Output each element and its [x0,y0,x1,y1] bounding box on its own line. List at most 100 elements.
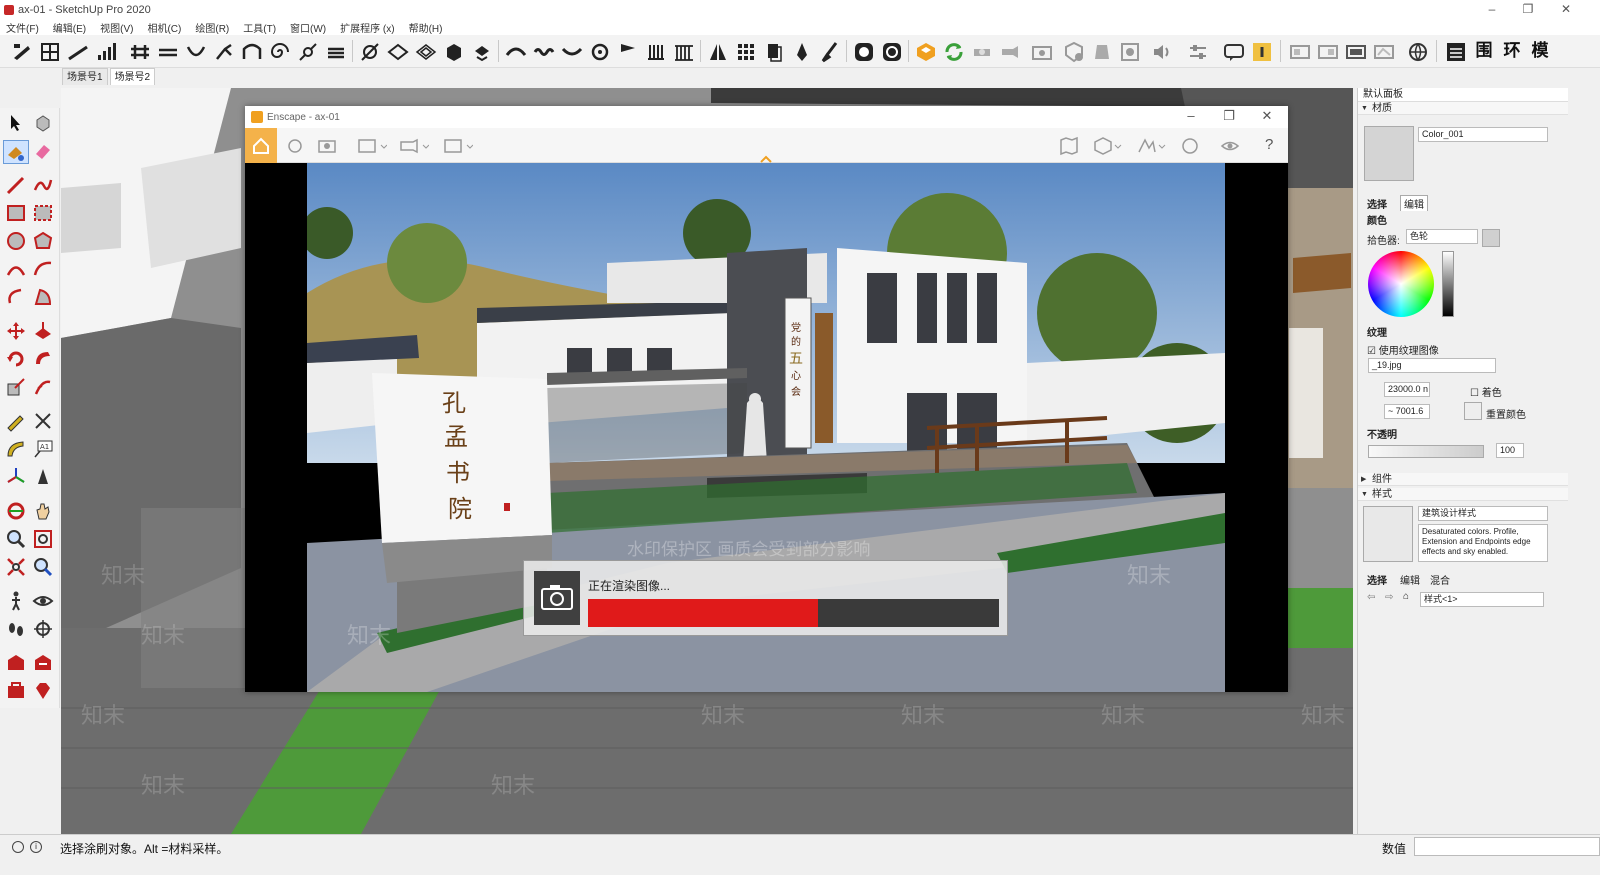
enscape-asset-icon[interactable] [1062,40,1086,63]
back-arrow-icon[interactable]: ⇦ [1367,592,1375,603]
text-button-3[interactable]: 模 [1528,40,1552,62]
freehand-icon[interactable] [32,174,54,196]
globe-icon[interactable] [1406,40,1430,62]
opacity-value-input[interactable]: 100 [1496,443,1524,458]
menu-tools[interactable]: 工具(T) [243,20,276,35]
material-name-input[interactable]: Color_001 [1418,127,1548,142]
home-icon[interactable]: ⌂ [1403,591,1409,602]
circle-icon[interactable] [5,230,27,252]
footprints-icon[interactable] [5,618,27,640]
menu-extensions[interactable]: 扩展程序 (x) [340,20,394,35]
eraser-icon[interactable] [32,140,54,162]
extension-warehouse-icon[interactable] [5,680,27,702]
share-model-icon[interactable] [32,652,54,674]
section-plane-icon[interactable] [32,618,54,640]
enscape-map-icon[interactable] [1059,136,1079,156]
enscape-minimize-button[interactable]: – [1173,106,1209,128]
follow-me-icon[interactable] [32,348,54,370]
texture-height-input[interactable]: ~ 7001.6 [1384,404,1430,419]
grid-tool-icon[interactable] [38,40,62,62]
enscape-views-icon[interactable] [1093,136,1123,156]
layout-view-2-icon[interactable] [1316,40,1340,62]
menu-file[interactable]: 文件(F) [6,20,39,35]
pen-tool-icon[interactable] [790,40,814,62]
spiral-tool-icon[interactable] [268,40,292,62]
materials-tab-select[interactable]: 选择 [1367,196,1387,211]
styles-tab-mix[interactable]: 混合 [1430,572,1450,587]
styles-section-header[interactable]: 样式 [1358,488,1569,501]
enscape-panorama-icon[interactable] [443,136,474,156]
extension-tool-icon[interactable] [10,40,34,62]
slope-tool-icon[interactable] [66,40,90,62]
enscape-help-button[interactable]: ? [1265,136,1273,156]
ruby-icon[interactable] [32,680,54,702]
polygon-icon[interactable] [32,230,54,252]
scene-tab-2[interactable]: 场景号2 [109,68,156,85]
enscape-view-icon[interactable] [970,40,994,62]
enscape-render-export-icon[interactable] [357,136,388,156]
node-tool-icon[interactable] [296,40,320,62]
branch-tool-icon[interactable] [212,40,236,62]
menu-help[interactable]: 帮助(H) [409,20,443,35]
comb-tool-icon[interactable] [644,40,668,62]
select-arrow-icon[interactable] [5,112,27,134]
3d-text-icon[interactable] [32,466,54,488]
box-tool-icon[interactable] [442,40,466,62]
enscape-home-button[interactable] [245,128,277,163]
walk-icon[interactable] [5,590,27,612]
offset-icon[interactable] [32,376,54,398]
layout-view-3-icon[interactable] [1344,40,1368,62]
dimension-icon[interactable] [32,410,54,432]
forward-arrow-icon[interactable]: ⇨ [1385,592,1393,603]
enscape-video-icon[interactable] [399,136,430,156]
sliders-icon[interactable] [1186,40,1210,62]
rectangle-icon[interactable] [5,202,27,224]
fence-tool-icon[interactable] [128,40,152,62]
enscape-assets-icon[interactable] [1137,136,1167,156]
color-picker-select[interactable]: 色轮 [1406,229,1478,244]
mirror-tool-icon[interactable] [706,40,730,62]
use-texture-checkbox[interactable]: ☑ 使用纹理图像 [1367,342,1439,357]
minimize-button[interactable]: – [1474,0,1510,20]
info-status-icon[interactable]: i [30,841,42,853]
make-component-icon[interactable] [32,112,54,134]
move-icon[interactable] [5,320,27,342]
color-wheel[interactable] [1368,251,1434,317]
texture-width-input[interactable]: 23000.0 n [1384,382,1430,397]
push-pull-icon[interactable] [32,320,54,342]
geo-location-icon[interactable] [12,841,24,853]
connect-tool-icon[interactable] [358,40,382,62]
text-icon[interactable]: A1 [32,438,54,460]
enscape-screenshot-icon[interactable] [1030,40,1054,62]
enscape-walk-icon[interactable] [285,136,305,156]
enscape-material-icon[interactable] [1090,40,1114,62]
arch-tool-icon[interactable] [240,40,264,62]
info-icon[interactable] [1250,40,1274,62]
panel-tool-icon[interactable] [414,40,438,62]
opacity-slider[interactable] [1368,445,1484,458]
text-button-1[interactable]: 围 [1472,40,1496,62]
look-around-icon[interactable] [32,590,54,612]
scene-tab-1[interactable]: 场景号1 [62,68,108,85]
colorize-checkbox[interactable]: ☐ 着色 [1470,384,1502,399]
texture-file-input[interactable]: _19.jpg [1368,358,1496,373]
orbit-icon[interactable] [5,500,27,522]
color-sample-swatch[interactable] [1482,229,1500,247]
menu-draw[interactable]: 绘图(R) [195,20,229,35]
speaker-icon[interactable] [1150,40,1174,62]
arc-icon[interactable] [5,258,27,280]
pan-icon[interactable] [32,500,54,522]
enscape-close-button[interactable]: ✕ [1249,106,1285,128]
line-draw-icon[interactable] [5,174,27,196]
tape-measure-icon[interactable] [5,410,27,432]
enscape-capture-icon[interactable] [317,136,337,156]
zoom-window-icon[interactable] [32,528,54,550]
three-point-arc-icon[interactable] [5,286,27,308]
roof-tool-icon[interactable] [386,40,410,62]
array-tool-icon[interactable] [734,40,758,62]
warehouse-icon[interactable] [5,652,27,674]
columns-tool-icon[interactable] [672,40,696,62]
sag-tool-icon[interactable] [560,40,584,62]
twist-tool-icon[interactable] [588,40,612,62]
menu-window[interactable]: 窗口(W) [290,20,326,35]
